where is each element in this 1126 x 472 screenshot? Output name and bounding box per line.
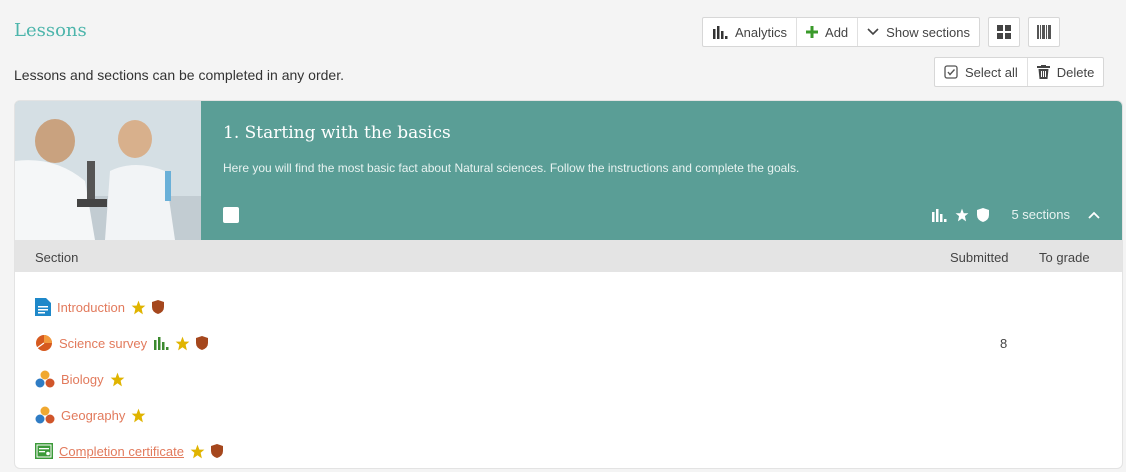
star-icon [131, 408, 146, 423]
lesson-select-checkbox[interactable] [223, 207, 239, 223]
column-header-section: Section [35, 250, 79, 265]
trash-icon [1036, 65, 1050, 79]
table-row[interactable]: Introduction [35, 289, 223, 325]
table-row[interactable]: Science survey 8 [35, 325, 1007, 361]
column-header-to-grade: To grade [1039, 250, 1090, 265]
analytics-label: Analytics [735, 24, 788, 40]
star-icon [955, 208, 969, 222]
add-label: Add [825, 24, 849, 40]
grid-view-button[interactable] [989, 18, 1019, 46]
pie-chart-icon [35, 334, 53, 352]
shield-icon [977, 207, 990, 222]
delete-label: Delete [1056, 64, 1095, 80]
page-subtitle: Lessons and sections can be completed in… [14, 67, 344, 83]
sections-count: 5 sections [1011, 207, 1070, 222]
bar-chart-icon[interactable] [153, 336, 169, 350]
lesson-meta: 5 sections [931, 207, 1100, 222]
grid-icon [997, 25, 1011, 39]
checkbox-icon [944, 65, 958, 79]
submitted-count: 8 [1000, 335, 1008, 351]
section-name[interactable]: Science survey [59, 336, 147, 351]
section-name[interactable]: Geography [61, 408, 125, 423]
main-actions-group: Analytics Add Show sections [702, 17, 980, 47]
star-icon [110, 372, 125, 387]
top-toolbar: Analytics Add Show sections [702, 17, 1060, 47]
select-all-label: Select all [965, 64, 1018, 80]
plus-icon [806, 26, 819, 38]
molecules-icon [35, 406, 55, 424]
star-icon [175, 336, 190, 351]
show-sections-button[interactable]: Show sections [857, 18, 979, 46]
certificate-icon [35, 443, 53, 459]
selection-actions-group: Select all Delete [934, 57, 1105, 87]
chevron-down-icon [867, 28, 879, 36]
lesson-banner[interactable]: 1. Starting with the basics Here you wil… [15, 101, 1122, 240]
table-row[interactable]: Biology [35, 361, 223, 397]
analytics-button[interactable]: Analytics [703, 18, 796, 46]
star-icon [190, 444, 205, 459]
chevron-up-icon[interactable] [1088, 211, 1100, 219]
lesson-card: 1. Starting with the basics Here you wil… [14, 100, 1123, 469]
shield-icon [151, 300, 164, 314]
document-icon [35, 298, 51, 316]
lesson-cover-image [15, 101, 201, 240]
list-view-group [1028, 17, 1060, 47]
select-all-button[interactable]: Select all [935, 58, 1027, 86]
table-row[interactable]: Completion certificate [35, 433, 223, 468]
bar-chart-icon[interactable] [931, 208, 947, 222]
section-name[interactable]: Introduction [57, 300, 125, 315]
show-sections-label: Show sections [886, 24, 970, 40]
shield-icon [196, 336, 209, 350]
bar-chart-icon [712, 25, 728, 39]
section-name[interactable]: Biology [61, 372, 104, 387]
grid-view-group [988, 17, 1020, 47]
list-view-button[interactable] [1029, 18, 1059, 46]
add-button[interactable]: Add [796, 18, 857, 46]
lesson-title: 1. Starting with the basics [223, 123, 451, 143]
sections-list: Introduction Science survey 8 Biology Ge… [35, 289, 1007, 468]
page-title: Lessons [14, 20, 87, 41]
table-row[interactable]: Geography [35, 397, 223, 433]
section-name[interactable]: Completion certificate [59, 444, 184, 459]
column-header-submitted: Submitted [950, 250, 1009, 265]
star-icon [131, 300, 146, 315]
shield-icon [211, 444, 223, 458]
lesson-description: Here you will find the most basic fact a… [223, 161, 800, 175]
sections-table-header: Section Submitted To grade [15, 240, 1122, 272]
barcode-icon [1037, 25, 1051, 39]
delete-button[interactable]: Delete [1026, 58, 1104, 86]
molecules-icon [35, 370, 55, 388]
